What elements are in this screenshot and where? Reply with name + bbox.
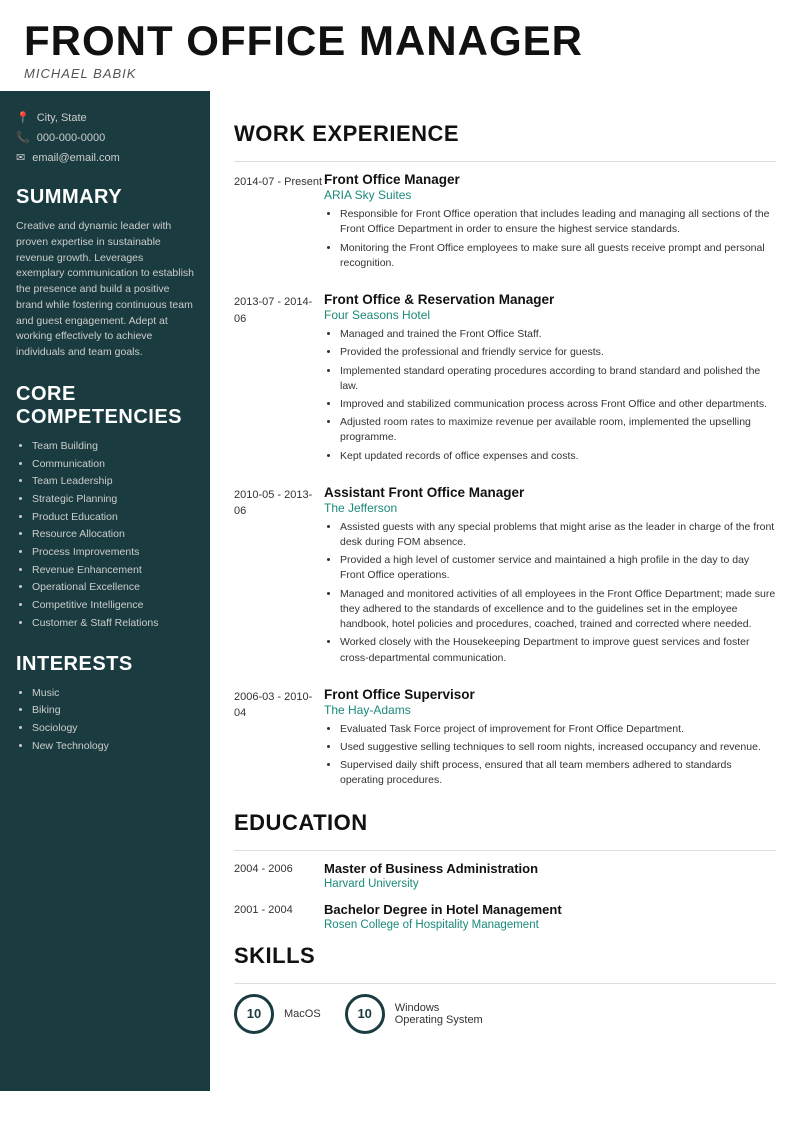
edu-dates-2: 2001 - 2004 xyxy=(234,902,324,931)
work-bullets-4: Evaluated Task Force project of improvem… xyxy=(324,722,776,789)
summary-title: SUMMARY xyxy=(16,186,194,209)
work-entry-4: 2006-03 - 2010-04 Front Office Superviso… xyxy=(234,687,776,792)
work-bullets-3: Assisted guests with any special problem… xyxy=(324,520,776,666)
interests-title: INTERESTS xyxy=(16,653,194,676)
work-company-2: Four Seasons Hotel xyxy=(324,308,776,322)
skills-row: 10 MacOS 10 Windows Operating System xyxy=(234,994,776,1034)
list-item: Biking xyxy=(32,703,194,718)
work-details-1: Front Office Manager ARIA Sky Suites Res… xyxy=(324,172,776,274)
sidebar: 📍 City, State 📞 000-000-0000 ✉ email@ema… xyxy=(0,91,210,1091)
edu-degree-1: Master of Business Administration xyxy=(324,861,538,876)
list-item: Worked closely with the Housekeeping Dep… xyxy=(340,635,776,665)
work-details-4: Front Office Supervisor The Hay-Adams Ev… xyxy=(324,687,776,792)
header-name: MICHAEL BABIK xyxy=(24,66,776,81)
contact-email: ✉ email@email.com xyxy=(16,151,194,164)
list-item: Operational Excellence xyxy=(32,580,194,595)
list-item: Sociology xyxy=(32,721,194,736)
email-icon: ✉ xyxy=(16,151,25,164)
list-item: New Technology xyxy=(32,739,194,754)
work-bullets-1: Responsible for Front Office operation t… xyxy=(324,207,776,271)
work-title-4: Front Office Supervisor xyxy=(324,687,776,702)
edu-dates-1: 2004 - 2006 xyxy=(234,861,324,890)
list-item: Adjusted room rates to maximize revenue … xyxy=(340,415,776,445)
work-entry-3: 2010-05 - 2013-06 Assistant Front Office… xyxy=(234,485,776,669)
competencies-title: CORE COMPETENCIES xyxy=(16,383,194,429)
list-item: Supervised daily shift process, ensured … xyxy=(340,758,776,788)
skill-score-1: 10 xyxy=(234,994,274,1034)
list-item: Communication xyxy=(32,457,194,472)
work-company-1: ARIA Sky Suites xyxy=(324,188,776,202)
list-item: Managed and trained the Front Office Sta… xyxy=(340,327,776,342)
work-dates-1: 2014-07 - Present xyxy=(234,172,324,274)
header-title: FRONT OFFICE MANAGER xyxy=(24,18,776,64)
main-content: WORK EXPERIENCE 2014-07 - Present Front … xyxy=(210,91,800,1091)
list-item: Process Improvements xyxy=(32,545,194,560)
work-company-4: The Hay-Adams xyxy=(324,703,776,717)
skills-section-title: SKILLS xyxy=(234,943,776,969)
list-item: Monitoring the Front Office employees to… xyxy=(340,241,776,271)
work-company-3: The Jefferson xyxy=(324,501,776,515)
list-item: Implemented standard operating procedure… xyxy=(340,364,776,394)
edu-school-1: Harvard University xyxy=(324,878,538,890)
skill-score-2: 10 xyxy=(345,994,385,1034)
skill-item-1: 10 MacOS xyxy=(234,994,321,1034)
summary-text: Creative and dynamic leader with proven … xyxy=(16,219,194,361)
resume-header: FRONT OFFICE MANAGER MICHAEL BABIK xyxy=(0,0,800,91)
edu-entry-2: 2001 - 2004 Bachelor Degree in Hotel Man… xyxy=(234,902,776,931)
list-item: Strategic Planning xyxy=(32,492,194,507)
skill-label-2: Windows Operating System xyxy=(395,1002,485,1026)
list-item: Product Education xyxy=(32,510,194,525)
work-details-2: Front Office & Reservation Manager Four … xyxy=(324,292,776,467)
list-item: Kept updated records of office expenses … xyxy=(340,449,776,464)
list-item: Assisted guests with any special problem… xyxy=(340,520,776,550)
list-item: Team Leadership xyxy=(32,474,194,489)
edu-details-2: Bachelor Degree in Hotel Management Rose… xyxy=(324,902,562,931)
competencies-list: Team Building Communication Team Leaders… xyxy=(16,439,194,631)
work-details-3: Assistant Front Office Manager The Jeffe… xyxy=(324,485,776,669)
main-layout: 📍 City, State 📞 000-000-0000 ✉ email@ema… xyxy=(0,91,800,1111)
work-dates-2: 2013-07 - 2014-06 xyxy=(234,292,324,467)
work-dates-4: 2006-03 - 2010-04 xyxy=(234,687,324,792)
education-section-title: EDUCATION xyxy=(234,810,776,836)
edu-degree-2: Bachelor Degree in Hotel Management xyxy=(324,902,562,917)
work-title-2: Front Office & Reservation Manager xyxy=(324,292,776,307)
list-item: Evaluated Task Force project of improvem… xyxy=(340,722,776,737)
list-item: Customer & Staff Relations xyxy=(32,616,194,631)
skill-label-1: MacOS xyxy=(284,1008,321,1020)
work-entry-2: 2013-07 - 2014-06 Front Office & Reserva… xyxy=(234,292,776,467)
work-title-3: Assistant Front Office Manager xyxy=(324,485,776,500)
list-item: Responsible for Front Office operation t… xyxy=(340,207,776,237)
work-entry-1: 2014-07 - Present Front Office Manager A… xyxy=(234,172,776,274)
list-item: Revenue Enhancement xyxy=(32,563,194,578)
list-item: Provided a high level of customer servic… xyxy=(340,553,776,583)
list-item: Provided the professional and friendly s… xyxy=(340,345,776,360)
location-icon: 📍 xyxy=(16,111,30,124)
work-section-title: WORK EXPERIENCE xyxy=(234,121,776,147)
list-item: Competitive Intelligence xyxy=(32,598,194,613)
list-item: Resource Allocation xyxy=(32,527,194,542)
edu-school-2: Rosen College of Hospitality Management xyxy=(324,919,562,931)
edu-details-1: Master of Business Administration Harvar… xyxy=(324,861,538,890)
phone-icon: 📞 xyxy=(16,131,30,144)
edu-entry-1: 2004 - 2006 Master of Business Administr… xyxy=(234,861,776,890)
list-item: Managed and monitored activities of all … xyxy=(340,587,776,633)
work-title-1: Front Office Manager xyxy=(324,172,776,187)
interests-list: Music Biking Sociology New Technology xyxy=(16,686,194,754)
list-item: Used suggestive selling techniques to se… xyxy=(340,740,776,755)
work-bullets-2: Managed and trained the Front Office Sta… xyxy=(324,327,776,464)
list-item: Music xyxy=(32,686,194,701)
contact-phone: 📞 000-000-0000 xyxy=(16,131,194,144)
contact-location: 📍 City, State xyxy=(16,111,194,124)
work-dates-3: 2010-05 - 2013-06 xyxy=(234,485,324,669)
list-item: Team Building xyxy=(32,439,194,454)
list-item: Improved and stabilized communication pr… xyxy=(340,397,776,412)
skill-item-2: 10 Windows Operating System xyxy=(345,994,485,1034)
